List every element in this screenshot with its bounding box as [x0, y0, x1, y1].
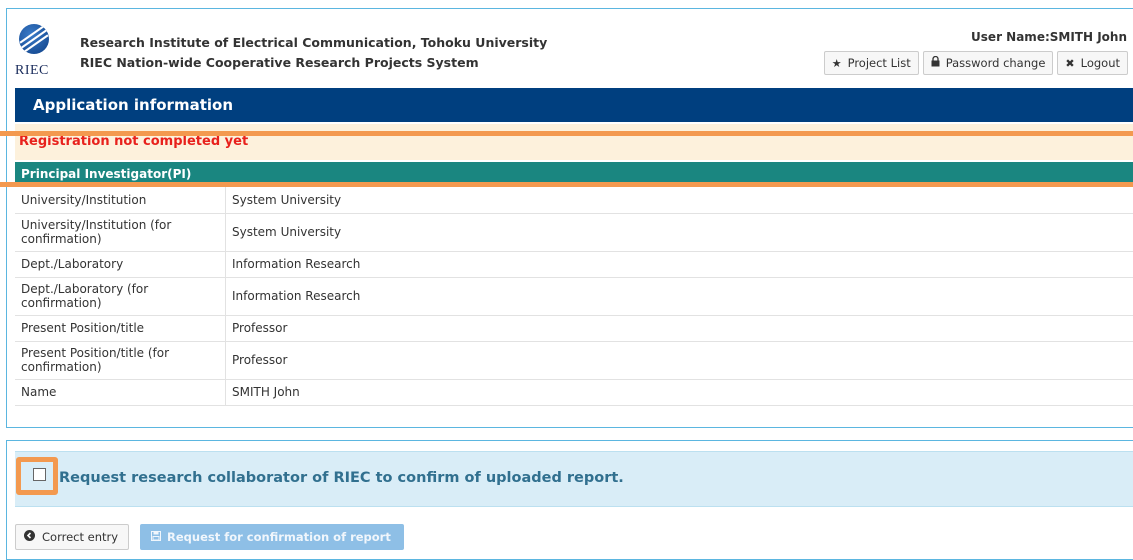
table-row: Present Position/title (for confirmation…	[15, 341, 1133, 379]
request-confirmation-label: Request for confirmation of report	[167, 530, 391, 544]
correct-entry-label: Correct entry	[42, 530, 118, 544]
table-row: Dept./LaboratoryInformation Research	[15, 251, 1133, 277]
riec-globe-icon	[19, 24, 49, 54]
table-row: Dept./Laboratory (for confirmation)Infor…	[15, 277, 1133, 315]
password-change-label: Password change	[946, 56, 1046, 70]
star-icon: ★	[832, 57, 842, 70]
institute-name: Research Institute of Electrical Communi…	[80, 35, 547, 50]
riec-logo: RIEC	[15, 20, 55, 80]
pi-info-table: University/InstitutionSystem University …	[15, 187, 1133, 406]
page-title: Application information	[15, 88, 1133, 122]
row-value: Information Research	[226, 277, 1133, 315]
row-value: System University	[226, 213, 1133, 251]
logo-text: RIEC	[15, 63, 49, 79]
system-name: RIEC Nation-wide Cooperative Research Pr…	[80, 55, 479, 70]
close-icon: ✖	[1065, 57, 1074, 70]
table-row: NameSMITH John	[15, 379, 1133, 405]
row-label: Present Position/title (for confirmation…	[15, 341, 226, 379]
site-header: RIEC Research Institute of Electrical Co…	[15, 16, 1133, 84]
row-label: Dept./Laboratory	[15, 251, 226, 277]
row-label: Name	[15, 379, 226, 405]
request-checkbox-label[interactable]: Request research collaborator of RIEC to…	[59, 470, 624, 486]
lock-icon	[931, 56, 940, 70]
save-icon	[151, 530, 161, 544]
warning-text: Registration not completed yet	[19, 134, 248, 149]
request-checkbox[interactable]	[33, 468, 46, 481]
user-name: User Name:SMITH John	[971, 30, 1127, 44]
logout-button[interactable]: ✖ Logout	[1057, 51, 1128, 75]
row-value: Professor	[226, 315, 1133, 341]
row-value: SMITH John	[226, 379, 1133, 405]
row-label: University/Institution (for confirmation…	[15, 213, 226, 251]
table-row: Present Position/titleProfessor	[15, 315, 1133, 341]
logout-label: Logout	[1081, 56, 1120, 70]
row-label: Dept./Laboratory (for confirmation)	[15, 277, 226, 315]
table-row: University/InstitutionSystem University	[15, 187, 1133, 213]
header-buttons: ★ Project List Password change ✖ Logout	[820, 51, 1128, 75]
row-label: Present Position/title	[15, 315, 226, 341]
request-confirmation-button[interactable]: Request for confirmation of report	[140, 524, 404, 550]
password-change-button[interactable]: Password change	[923, 51, 1054, 75]
registration-warning: Registration not completed yet	[15, 124, 1133, 160]
row-value: Professor	[226, 341, 1133, 379]
highlight-line-top	[0, 131, 1133, 136]
circle-arrow-left-icon	[24, 530, 35, 544]
row-label: University/Institution	[15, 187, 226, 213]
project-list-button[interactable]: ★ Project List	[824, 51, 919, 75]
project-list-label: Project List	[848, 56, 911, 70]
request-confirmation-box: Request research collaborator of RIEC to…	[15, 451, 1133, 507]
row-value: Information Research	[226, 251, 1133, 277]
correct-entry-button[interactable]: Correct entry	[15, 524, 129, 550]
row-value: System University	[226, 187, 1133, 213]
table-row: University/Institution (for confirmation…	[15, 213, 1133, 251]
